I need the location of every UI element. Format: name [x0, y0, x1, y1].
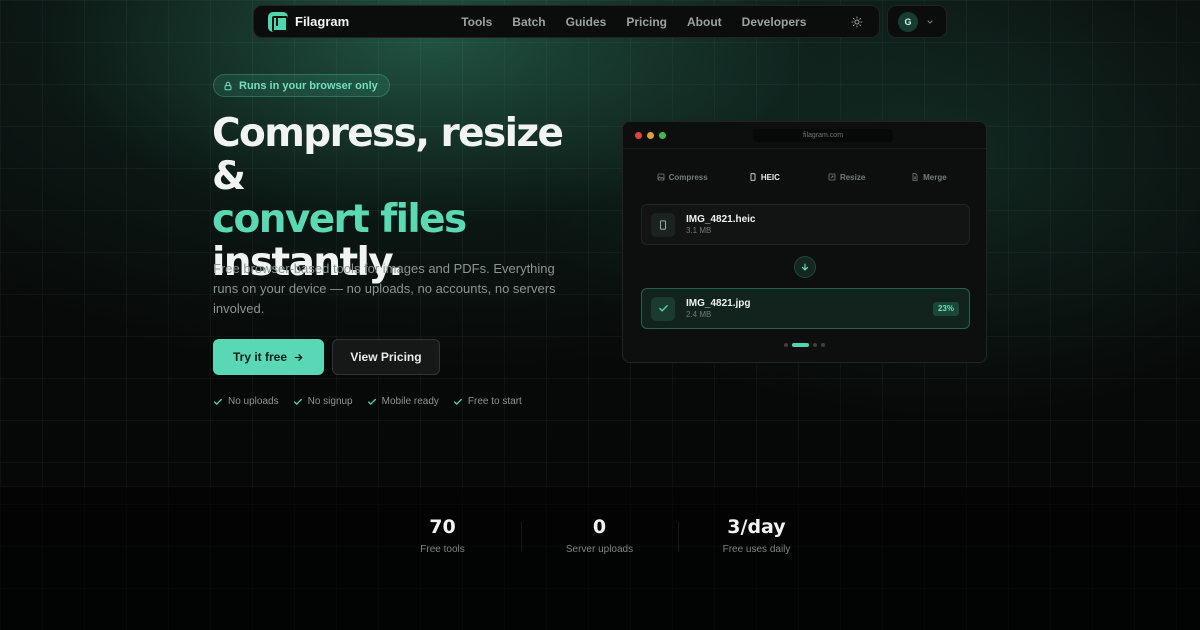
tab-merge[interactable]: Merge — [888, 166, 970, 188]
resize-icon — [828, 173, 836, 181]
check-label: Free to start — [467, 396, 522, 407]
nav-links: Tools Batch Guides Pricing About Develop… — [461, 15, 806, 29]
nav-link-developers[interactable]: Developers — [742, 15, 807, 29]
check-label: Mobile ready — [381, 396, 439, 407]
check-label: No uploads — [228, 396, 279, 407]
headline-line-2: convert files — [212, 197, 467, 242]
stat-value: 0 — [592, 516, 607, 538]
check-icon — [658, 305, 668, 312]
stats-band — [0, 486, 1200, 630]
try-it-free-label: Try it free — [232, 350, 288, 364]
tab-heic[interactable]: HEIC — [723, 166, 805, 188]
badge-label: Runs in your browser only — [239, 79, 378, 92]
stat-label: Free uses daily — [722, 544, 791, 555]
demo-tabs: Compress HEIC Resize Merge — [641, 166, 970, 188]
check-icon — [453, 398, 462, 405]
check-item: No uploads — [213, 396, 279, 407]
hero-subtitle: Free browser-based tools for images and … — [213, 261, 556, 316]
tab-resize[interactable]: Resize — [806, 166, 888, 188]
file-icon-box — [651, 212, 675, 237]
output-file-card: IMG_4821.jpg 2.4 MB 23% — [641, 288, 970, 329]
stat-label: Server uploads — [565, 544, 634, 555]
file-meta: IMG_4821.heic 3.1 MB — [686, 214, 755, 235]
convert-arrow — [794, 256, 816, 278]
slide-pager — [784, 343, 825, 347]
feature-checklist: No uploads No signup Mobile ready Free t… — [213, 396, 522, 407]
demo-window: filagram.com Compress HEIC Resize Merge … — [622, 121, 987, 363]
output-file-size: 2.4 MB — [686, 310, 712, 319]
document-icon — [912, 173, 918, 181]
tab-compress[interactable]: Compress — [641, 166, 723, 188]
tab-label: Resize — [839, 172, 866, 182]
stat-free-uses: 3/day Free uses daily — [678, 516, 835, 555]
stat-free-tools: 70 Free tools — [364, 516, 521, 555]
check-item: No signup — [293, 396, 353, 407]
nav-link-batch[interactable]: Batch — [512, 15, 545, 29]
avatar: G — [898, 11, 918, 32]
pager-dot[interactable] — [813, 343, 817, 347]
brand[interactable]: Filagram — [268, 11, 350, 32]
nav-link-guides[interactable]: Guides — [566, 15, 607, 29]
arrow-right-icon — [294, 353, 303, 361]
url-bar: filagram.com — [753, 129, 893, 142]
nav-link-about[interactable]: About — [687, 15, 722, 29]
stat-value: 70 — [429, 516, 456, 538]
phone-icon — [750, 173, 756, 181]
account-menu-button[interactable]: G — [887, 5, 947, 38]
chevron-down-icon — [927, 20, 933, 24]
window-minimize-dot — [647, 132, 654, 139]
lock-icon — [224, 81, 232, 90]
brand-name: Filagram — [295, 14, 350, 29]
input-file-size: 3.1 MB — [686, 226, 712, 235]
tab-label: HEIC — [760, 172, 780, 182]
output-file-name: IMG_4821.jpg — [686, 298, 751, 309]
filagram-logo-icon — [268, 11, 288, 32]
arrow-down-icon — [801, 263, 809, 271]
reduction-badge: 23% — [932, 302, 959, 316]
input-file-name: IMG_4821.heic — [686, 214, 756, 225]
stat-server-uploads: 0 Server uploads — [521, 516, 678, 555]
headline-line-1: Compress, resize & — [212, 111, 564, 199]
window-titlebar: filagram.com — [623, 122, 986, 149]
view-pricing-button[interactable]: View Pricing — [332, 339, 440, 375]
try-it-free-button[interactable]: Try it free — [213, 339, 324, 375]
check-item: Mobile ready — [367, 396, 439, 407]
file-meta: IMG_4821.jpg 2.4 MB — [686, 298, 750, 319]
theme-toggle-button[interactable] — [849, 14, 865, 30]
nav-link-tools[interactable]: Tools — [461, 15, 492, 29]
check-icon — [214, 398, 222, 405]
sun-icon — [851, 16, 863, 27]
privacy-badge: Runs in your browser only — [213, 74, 390, 97]
input-file-card: IMG_4821.heic 3.1 MB — [641, 204, 970, 245]
pager-dot[interactable] — [821, 343, 825, 347]
top-navbar: Filagram Tools Batch Guides Pricing Abou… — [253, 5, 880, 38]
nav-link-pricing[interactable]: Pricing — [626, 15, 667, 29]
phone-icon — [659, 219, 667, 230]
check-item: Free to start — [453, 396, 522, 407]
image-icon — [657, 173, 664, 181]
stat-value: 3/day — [727, 516, 786, 538]
file-icon-box — [651, 296, 675, 321]
check-label: No signup — [307, 396, 353, 407]
check-icon — [293, 398, 302, 405]
pager-dot-active[interactable] — [792, 343, 809, 347]
check-icon — [367, 398, 376, 405]
tab-label: Compress — [668, 172, 708, 182]
window-maximize-dot — [659, 132, 666, 139]
stat-label: Free tools — [420, 544, 465, 555]
window-close-dot — [635, 132, 642, 139]
tab-label: Merge — [923, 172, 947, 182]
pager-dot[interactable] — [784, 343, 788, 347]
